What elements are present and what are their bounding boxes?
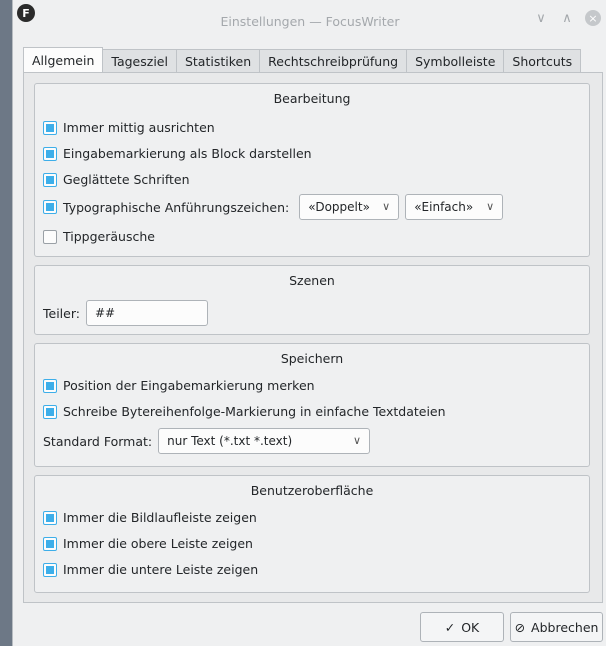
group-szenen: Szenen Teiler: ## [34, 265, 590, 335]
group-title: Szenen [289, 273, 335, 288]
divider-value: ## [94, 306, 116, 320]
smooth-fonts-label: Geglättete Schriften [63, 172, 190, 187]
format-value: nur Text (*.txt *.text) [167, 434, 293, 448]
scrollbar-label: Immer die Bildlaufleiste zeigen [63, 510, 257, 525]
typing-sounds-label: Tippgeräusche [63, 229, 155, 244]
single-quotes-value: «Einfach» [414, 200, 474, 214]
title-bar: F Einstellungen — FocusWriter ∨ ∧ × [13, 0, 606, 38]
group-title: Bearbeitung [273, 91, 351, 106]
double-quotes-select[interactable]: «Doppelt» ∨ [299, 194, 400, 220]
top-bar-option[interactable]: Immer die obere Leiste zeigen [43, 536, 253, 551]
minimize-icon[interactable]: ∨ [533, 10, 549, 26]
settings-dialog: F Einstellungen — FocusWriter ∨ ∧ × Allg… [12, 0, 606, 646]
always-center-label: Immer mittig ausrichten [63, 120, 215, 135]
bottom-bar-checkbox[interactable] [43, 562, 57, 577]
always-center-option[interactable]: Immer mittig ausrichten [43, 120, 215, 135]
write-bom-checkbox[interactable] [43, 404, 57, 419]
smart-quotes-label: Typographische Anführungszeichen: [63, 199, 290, 215]
block-cursor-option[interactable]: Eingabemarkierung als Block darstellen [43, 146, 312, 161]
smart-quotes-checkbox[interactable] [43, 200, 57, 214]
tab-bar: Allgemein Tagesziel Statistiken Rechtsch… [23, 47, 582, 73]
format-row: Standard Format: nur Text (*.txt *.text)… [43, 428, 371, 454]
group-bearbeitung: Bearbeitung Immer mittig ausrichten Eing… [34, 83, 590, 257]
divider-input[interactable]: ## [85, 300, 208, 326]
group-speichern: Speichern Position der Eingabemarkierung… [34, 343, 590, 467]
group-title: Speichern [280, 351, 344, 366]
ok-button[interactable]: ✓ OK [420, 612, 504, 642]
write-bom-label: Schreibe Bytereihenfolge-Markierung in e… [63, 404, 446, 419]
chevron-down-icon: ∨ [382, 200, 391, 213]
divider-label: Teiler: [43, 305, 80, 321]
desktop-background [0, 0, 12, 646]
bottom-bar-option[interactable]: Immer die untere Leiste zeigen [43, 562, 258, 577]
bottom-bar-label: Immer die untere Leiste zeigen [63, 562, 259, 577]
smart-quotes-option[interactable]: Typographische Anführungszeichen: «Doppe… [43, 194, 504, 220]
tab-statistiken[interactable]: Statistiken [176, 49, 261, 73]
tab-shortcuts[interactable]: Shortcuts [504, 49, 582, 73]
tab-panel-allgemein: Bearbeitung Immer mittig ausrichten Eing… [23, 72, 603, 603]
double-quotes-value: «Doppelt» [308, 200, 370, 214]
top-bar-label: Immer die obere Leiste zeigen [63, 536, 253, 551]
cancel-button[interactable]: ⊘ Abbrechen [510, 612, 603, 642]
cancel-icon: ⊘ [514, 619, 526, 635]
always-center-checkbox[interactable] [43, 120, 57, 135]
smooth-fonts-option[interactable]: Geglättete Schriften [43, 172, 190, 187]
scrollbar-checkbox[interactable] [43, 510, 57, 525]
cancel-label: Abbrechen [531, 619, 599, 635]
typing-sounds-checkbox[interactable] [43, 229, 57, 244]
chevron-down-icon: ∨ [486, 200, 495, 213]
remember-cursor-option[interactable]: Position der Eingabemarkierung merken [43, 378, 315, 393]
top-bar-checkbox[interactable] [43, 536, 57, 551]
scrollbar-option[interactable]: Immer die Bildlaufleiste zeigen [43, 510, 257, 525]
tab-symbolleiste[interactable]: Symbolleiste [407, 49, 505, 73]
checkmark-icon: ✓ [444, 619, 456, 635]
write-bom-option[interactable]: Schreibe Bytereihenfolge-Markierung in e… [43, 404, 446, 419]
typing-sounds-option[interactable]: Tippgeräusche [43, 229, 155, 244]
remember-cursor-label: Position der Eingabemarkierung merken [63, 378, 315, 393]
divider-row: Teiler: ## [43, 300, 208, 326]
window-title: Einstellungen — FocusWriter [220, 14, 400, 29]
tab-allgemein[interactable]: Allgemein [23, 47, 104, 73]
chevron-down-icon: ∨ [353, 434, 362, 447]
ok-label: OK [461, 619, 480, 635]
maximize-icon[interactable]: ∧ [559, 10, 575, 26]
close-icon[interactable]: × [585, 10, 601, 26]
format-label: Standard Format: [43, 433, 153, 449]
format-select[interactable]: nur Text (*.txt *.text) ∨ [158, 428, 371, 454]
smooth-fonts-checkbox[interactable] [43, 172, 57, 187]
block-cursor-label: Eingabemarkierung als Block darstellen [63, 146, 312, 161]
block-cursor-checkbox[interactable] [43, 146, 57, 161]
tab-tagesziel[interactable]: Tagesziel [103, 49, 177, 73]
tab-rechtschreibpruefung[interactable]: Rechtschreibprüfung [260, 49, 408, 73]
group-benutzeroberflaeche: Benutzeroberfläche Immer die Bildlauflei… [34, 475, 590, 593]
remember-cursor-checkbox[interactable] [43, 378, 57, 393]
group-title: Benutzeroberfläche [250, 483, 374, 498]
single-quotes-select[interactable]: «Einfach» ∨ [405, 194, 504, 220]
